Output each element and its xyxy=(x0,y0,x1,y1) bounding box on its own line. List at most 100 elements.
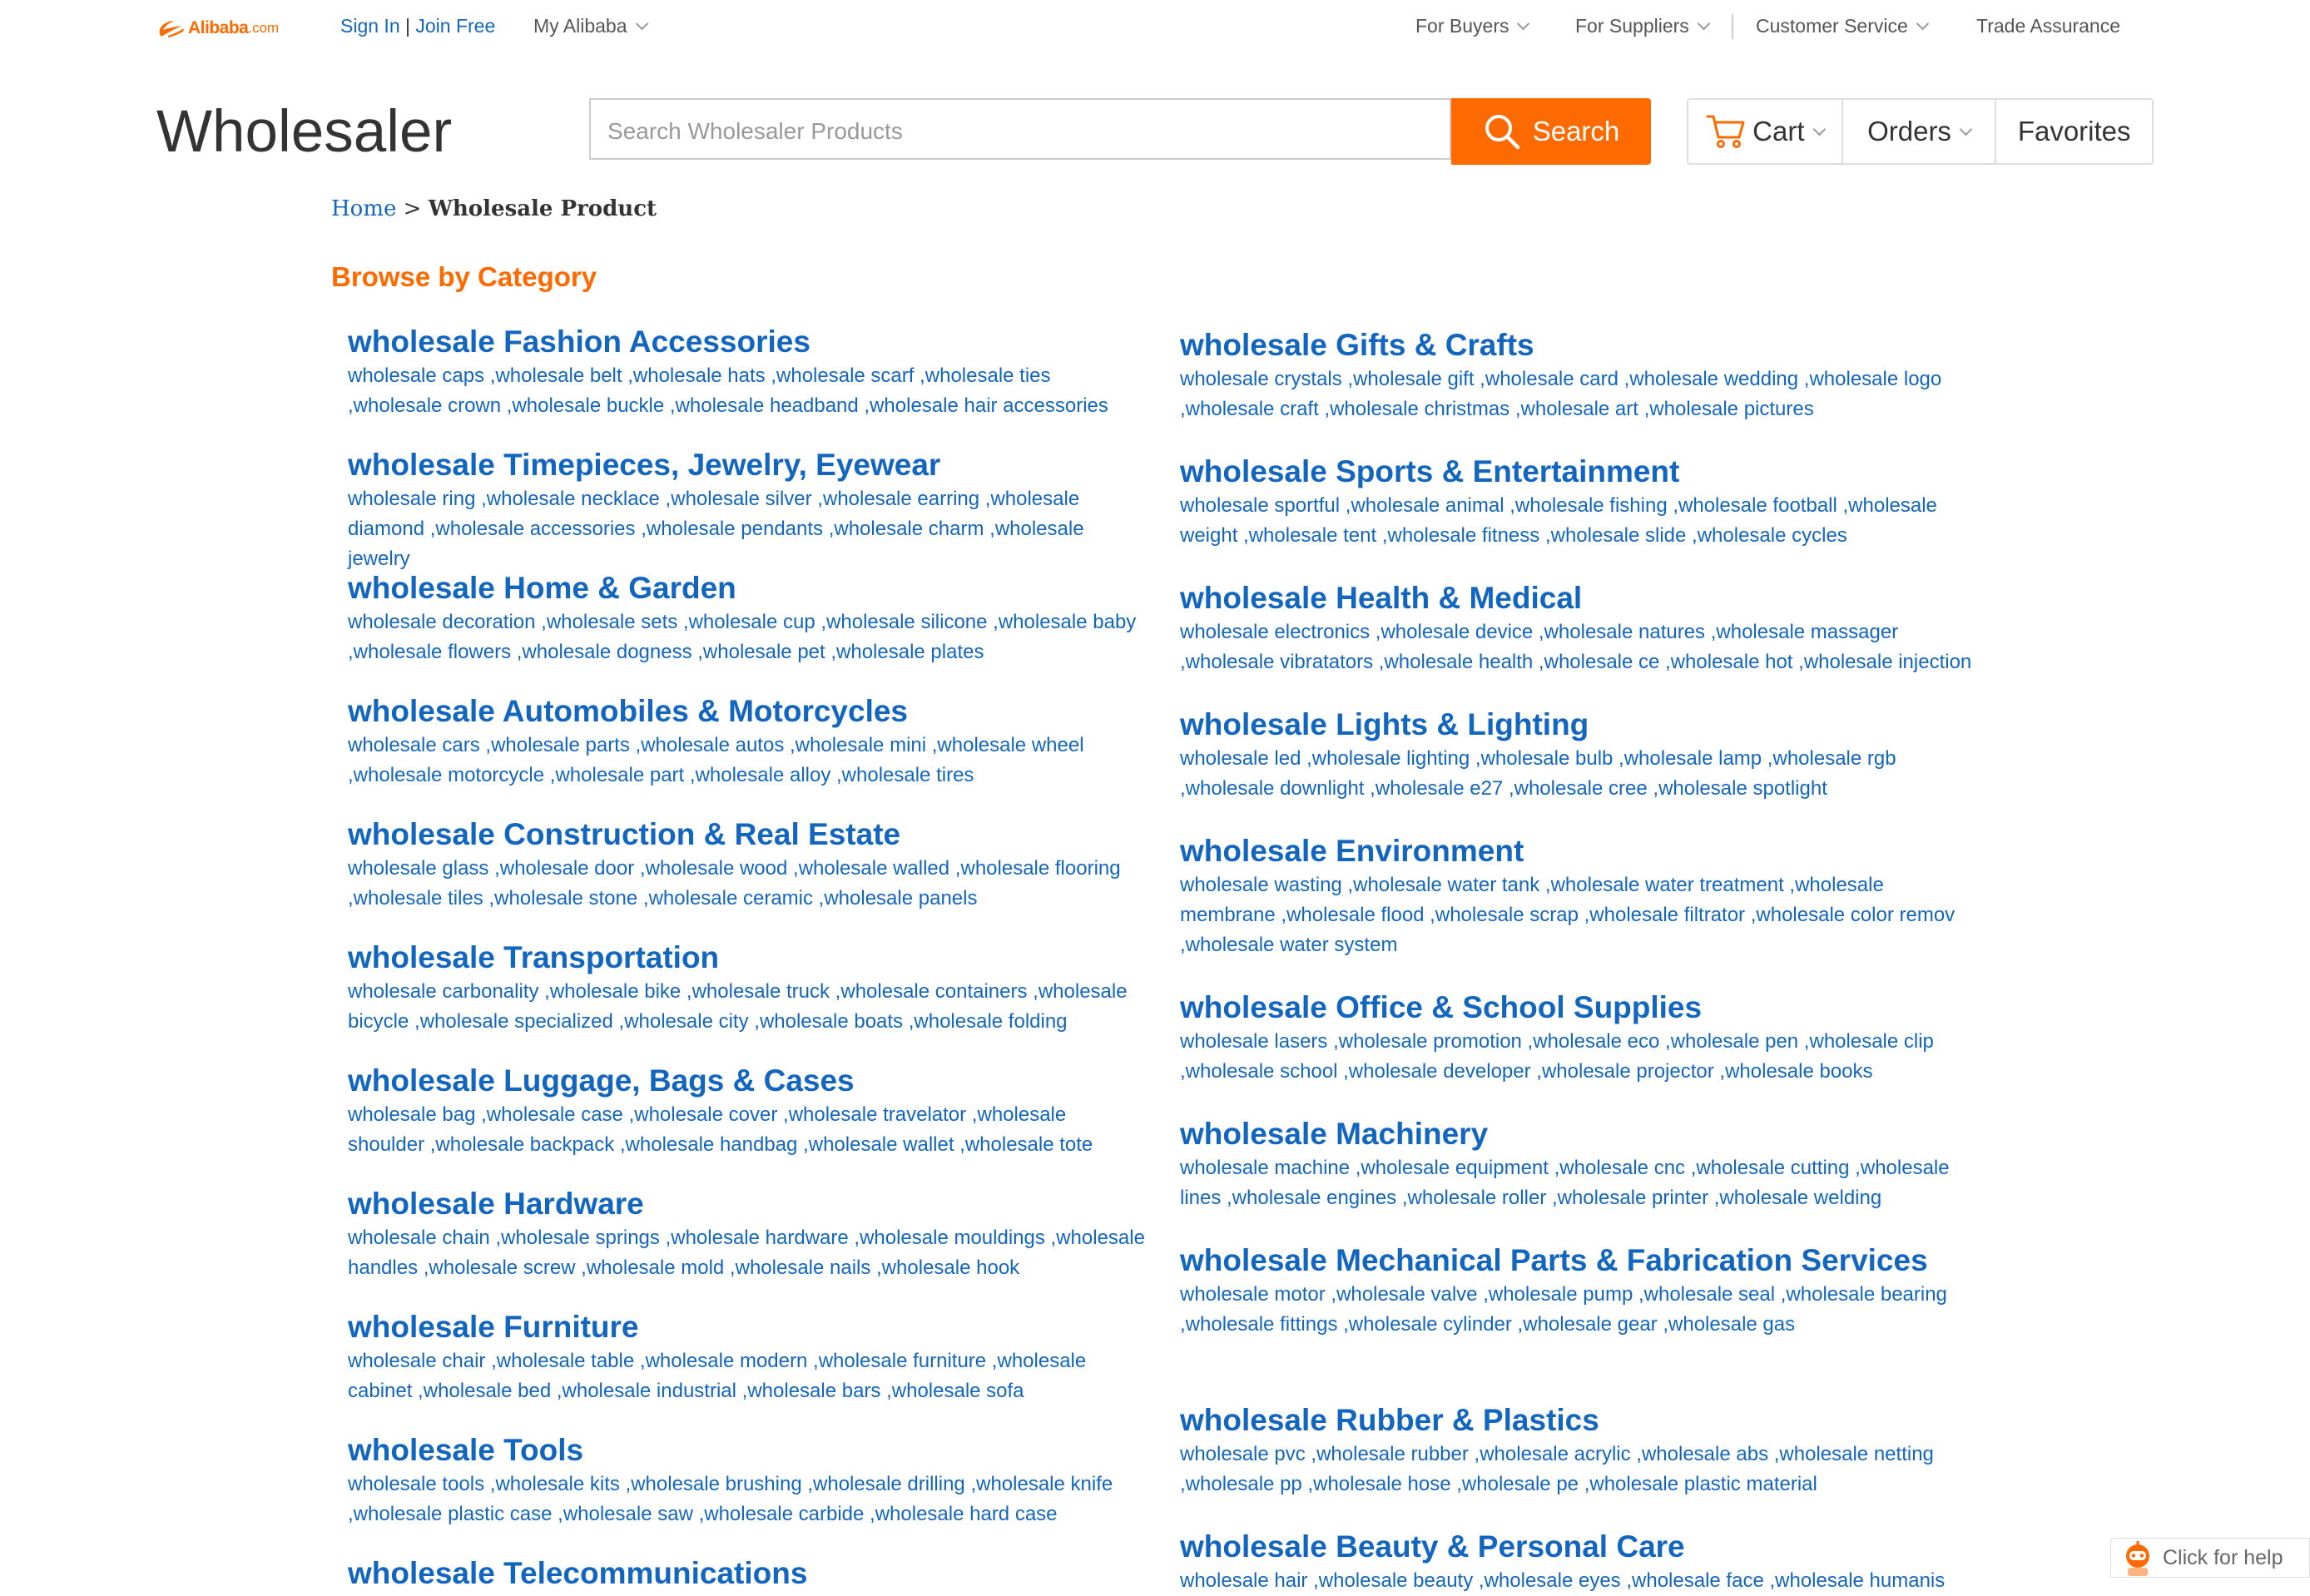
category-item-link[interactable]: wholesale ceramic xyxy=(637,887,813,910)
category-title-link[interactable]: wholesale Telecommunications xyxy=(348,1558,1147,1589)
category-item-link[interactable]: wholesale knife xyxy=(965,1473,1113,1495)
favorites-button[interactable]: Favorites xyxy=(1996,100,2152,163)
category-item-link[interactable]: wholesale eyes xyxy=(1473,1569,1620,1592)
category-item-link[interactable]: wholesale scarf xyxy=(766,364,915,387)
category-item-link[interactable]: wholesale pvc xyxy=(1180,1443,1306,1465)
category-item-link[interactable]: wholesale hair xyxy=(1180,1569,1307,1592)
category-item-link[interactable]: wholesale water system xyxy=(1180,934,1397,956)
category-item-link[interactable]: wholesale plates xyxy=(825,641,984,663)
category-item-link[interactable]: wholesale flowers xyxy=(348,641,511,663)
category-item-link[interactable]: wholesale flooring xyxy=(949,857,1120,880)
category-item-link[interactable]: wholesale tiles xyxy=(348,887,483,910)
category-item-link[interactable]: wholesale earring xyxy=(812,488,979,510)
category-item-link[interactable]: wholesale card xyxy=(1475,368,1618,390)
category-item-link[interactable]: wholesale tires xyxy=(830,764,974,786)
category-item-link[interactable]: wholesale clip xyxy=(1798,1030,1934,1053)
category-item-link[interactable]: wholesale pump xyxy=(1478,1283,1633,1306)
category-item-link[interactable]: wholesale printer xyxy=(1546,1187,1708,1209)
category-title-link[interactable]: wholesale Lights & Lighting xyxy=(1180,709,1979,741)
category-item-link[interactable]: wholesale engines xyxy=(1221,1187,1396,1209)
category-item-link[interactable]: wholesale mouldings xyxy=(849,1227,1045,1249)
category-title-link[interactable]: wholesale Transportation xyxy=(348,942,1147,974)
category-item-link[interactable]: wholesale carbonality xyxy=(348,980,538,1003)
category-item-link[interactable]: wholesale autos xyxy=(630,734,784,756)
category-item-link[interactable]: wholesale machine xyxy=(1180,1157,1350,1179)
category-item-link[interactable]: wholesale bulb xyxy=(1470,747,1613,770)
category-title-link[interactable]: wholesale Office & School Supplies xyxy=(1180,992,1979,1024)
category-item-link[interactable]: wholesale stone xyxy=(483,887,637,910)
category-item-link[interactable]: wholesale wallet xyxy=(797,1133,954,1156)
category-item-link[interactable]: wholesale abs xyxy=(1631,1443,1768,1465)
category-item-link[interactable]: wholesale gear xyxy=(1512,1313,1658,1336)
category-item-link[interactable]: wholesale scrap xyxy=(1425,904,1579,926)
category-item-link[interactable]: wholesale valve xyxy=(1326,1283,1478,1306)
category-item-link[interactable]: wholesale baby xyxy=(988,611,1137,633)
category-title-link[interactable]: wholesale Health & Medical xyxy=(1180,582,1979,614)
category-item-link[interactable]: wholesale industrial xyxy=(551,1380,736,1402)
category-item-link[interactable]: wholesale eco xyxy=(1522,1030,1659,1053)
alibaba-logo[interactable]: Alibaba .com xyxy=(156,12,279,45)
category-item-link[interactable]: wholesale christmas xyxy=(1319,398,1509,420)
category-item-link[interactable]: wholesale lasers xyxy=(1180,1030,1327,1053)
category-item-link[interactable]: wholesale table xyxy=(485,1350,634,1372)
category-item-link[interactable]: wholesale silicone xyxy=(815,611,988,633)
breadcrumb-home-link[interactable]: Home xyxy=(331,196,396,221)
category-item-link[interactable]: wholesale football xyxy=(1668,494,1837,517)
category-title-link[interactable]: wholesale Home & Garden xyxy=(348,572,1147,604)
category-title-link[interactable]: wholesale Sports & Entertainment xyxy=(1180,456,1979,488)
cart-button[interactable]: Cart xyxy=(1688,100,1843,163)
category-item-link[interactable]: wholesale art xyxy=(1509,398,1638,420)
category-item-link[interactable]: wholesale promotion xyxy=(1327,1030,1521,1053)
category-item-link[interactable]: wholesale buckle xyxy=(501,394,664,417)
category-item-link[interactable]: wholesale hose xyxy=(1302,1473,1451,1495)
trade-assurance-link[interactable]: Trade Assurance xyxy=(1976,15,2120,37)
category-item-link[interactable]: wholesale pictures xyxy=(1638,398,1814,420)
category-title-link[interactable]: wholesale Hardware xyxy=(348,1188,1147,1220)
category-item-link[interactable]: wholesale parts xyxy=(480,734,630,756)
category-item-link[interactable]: wholesale tools xyxy=(348,1473,484,1495)
category-item-link[interactable]: wholesale tote xyxy=(954,1133,1093,1156)
category-item-link[interactable]: wholesale bed xyxy=(412,1380,551,1402)
category-item-link[interactable]: wholesale door xyxy=(488,857,634,880)
category-item-link[interactable]: wholesale headband xyxy=(664,394,859,417)
category-item-link[interactable]: wholesale school xyxy=(1180,1060,1337,1083)
category-item-link[interactable]: wholesale screw xyxy=(418,1256,575,1279)
category-item-link[interactable]: wholesale motorcycle xyxy=(348,764,544,786)
category-item-link[interactable]: wholesale carbide xyxy=(693,1503,864,1525)
category-item-link[interactable]: wholesale cars xyxy=(348,734,480,756)
category-item-link[interactable]: wholesale saw xyxy=(552,1503,692,1525)
category-item-link[interactable]: wholesale cycles xyxy=(1686,524,1847,547)
category-item-link[interactable]: wholesale crown xyxy=(348,394,501,417)
my-alibaba-menu[interactable]: My Alibaba xyxy=(533,15,648,37)
sign-in-link[interactable]: Sign In xyxy=(340,15,400,37)
category-item-link[interactable]: wholesale hot xyxy=(1659,651,1792,673)
category-item-link[interactable]: wholesale natures xyxy=(1533,621,1705,643)
category-item-link[interactable]: wholesale necklace xyxy=(475,488,659,510)
category-title-link[interactable]: wholesale Beauty & Personal Care xyxy=(1180,1531,1979,1563)
category-item-link[interactable]: wholesale handbag xyxy=(614,1133,797,1156)
category-item-link[interactable]: wholesale hair accessories xyxy=(859,394,1108,417)
help-widget[interactable]: Click for help xyxy=(2110,1538,2310,1578)
category-item-link[interactable]: wholesale fitness xyxy=(1376,524,1539,547)
category-item-link[interactable]: wholesale boats xyxy=(749,1010,903,1033)
category-item-link[interactable]: wholesale fishing xyxy=(1504,494,1668,517)
category-item-link[interactable]: wholesale gas xyxy=(1658,1313,1795,1336)
category-item-link[interactable]: wholesale acrylic xyxy=(1469,1443,1631,1465)
category-item-link[interactable]: wholesale accessories xyxy=(424,518,635,540)
category-item-link[interactable]: wholesale wasting xyxy=(1180,874,1342,896)
for-suppliers-menu[interactable]: For Suppliers xyxy=(1575,15,1711,37)
category-item-link[interactable]: wholesale equipment xyxy=(1350,1157,1549,1179)
category-item-link[interactable]: wholesale health xyxy=(1373,651,1533,673)
category-item-link[interactable]: wholesale containers xyxy=(830,980,1027,1003)
category-item-link[interactable]: wholesale drilling xyxy=(802,1473,965,1495)
category-title-link[interactable]: wholesale Luggage, Bags & Cases xyxy=(348,1065,1147,1097)
category-item-link[interactable]: wholesale e27 xyxy=(1364,777,1503,800)
category-item-link[interactable]: wholesale mini xyxy=(784,734,926,756)
category-item-link[interactable]: wholesale developer xyxy=(1337,1060,1530,1083)
category-item-link[interactable]: wholesale charm xyxy=(823,518,984,540)
category-item-link[interactable]: wholesale craft xyxy=(1180,398,1319,420)
category-item-link[interactable]: wholesale vibratators xyxy=(1180,651,1373,673)
category-item-link[interactable]: wholesale decoration xyxy=(348,611,535,633)
category-item-link[interactable]: wholesale fittings xyxy=(1180,1313,1337,1336)
category-item-link[interactable]: wholesale hook xyxy=(870,1256,1019,1279)
